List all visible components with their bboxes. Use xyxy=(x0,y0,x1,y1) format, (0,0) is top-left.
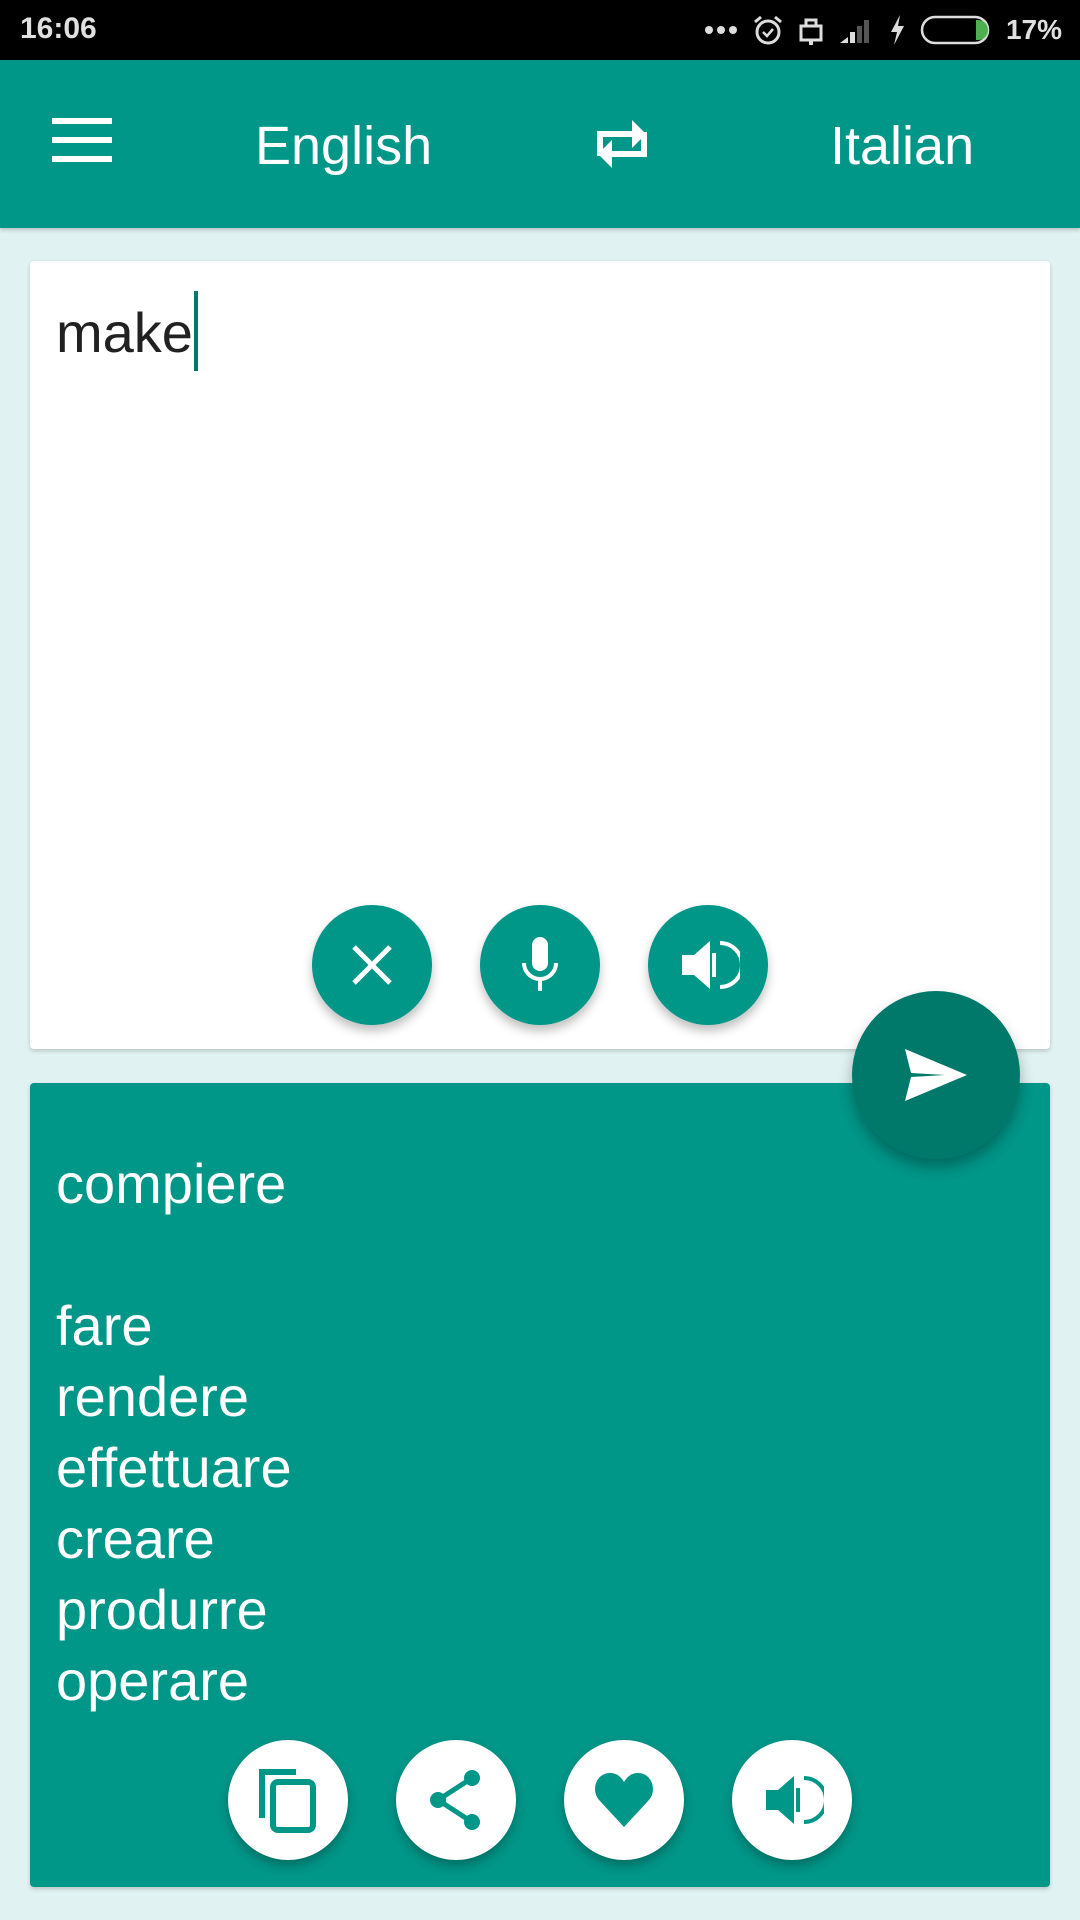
translation-line: compiere xyxy=(56,1152,287,1215)
share-button[interactable] xyxy=(396,1740,516,1860)
status-icons: 17% xyxy=(704,10,1062,50)
translation-line xyxy=(56,1219,292,1290)
translation-line: effettuare xyxy=(56,1436,292,1499)
voice-input-button[interactable] xyxy=(480,905,600,1025)
charging-icon xyxy=(890,15,904,45)
copy-icon xyxy=(259,1769,316,1833)
speaker-icon xyxy=(766,1776,824,1824)
battery-icon xyxy=(920,15,990,45)
favorite-button[interactable] xyxy=(564,1740,684,1860)
status-bar: 16:06 17% xyxy=(0,0,1080,60)
copy-button[interactable] xyxy=(228,1740,348,1860)
translation-line: produrre xyxy=(56,1578,268,1641)
lock-icon xyxy=(799,18,823,45)
microphone-icon xyxy=(522,937,558,991)
source-text-input[interactable]: make xyxy=(56,291,198,377)
source-text: make xyxy=(56,300,193,364)
translation-line: creare xyxy=(56,1507,215,1570)
app-bar: English Italian xyxy=(0,60,1080,228)
text-caret xyxy=(193,291,198,371)
status-time: 16:06 xyxy=(20,12,97,45)
translation-line: rendere xyxy=(56,1365,250,1428)
signal-icon xyxy=(839,20,869,43)
translation-output: compiere fare rendere effettuare creare … xyxy=(56,1148,292,1716)
translation-line: operare xyxy=(56,1649,250,1712)
share-icon xyxy=(430,1770,480,1830)
battery-percent: 17% xyxy=(1005,14,1062,45)
translate-button[interactable] xyxy=(852,991,1020,1159)
speaker-icon xyxy=(682,941,740,989)
heart-icon xyxy=(595,1773,653,1827)
close-icon xyxy=(352,945,392,985)
more-dots-icon xyxy=(704,26,737,34)
target-language-selector[interactable]: Italian xyxy=(830,115,974,177)
source-language-selector[interactable]: English xyxy=(255,115,432,177)
send-icon xyxy=(905,1049,967,1101)
speak-source-button[interactable] xyxy=(648,905,768,1025)
hamburger-menu-icon[interactable] xyxy=(52,118,112,166)
clear-button[interactable] xyxy=(312,905,432,1025)
output-card: compiere fare rendere effettuare creare … xyxy=(30,1083,1050,1887)
swap-languages-icon[interactable] xyxy=(592,112,652,176)
input-card: make xyxy=(30,261,1050,1049)
speak-translation-button[interactable] xyxy=(732,1740,852,1860)
translation-line: fare xyxy=(56,1294,153,1357)
alarm-icon xyxy=(753,15,782,45)
